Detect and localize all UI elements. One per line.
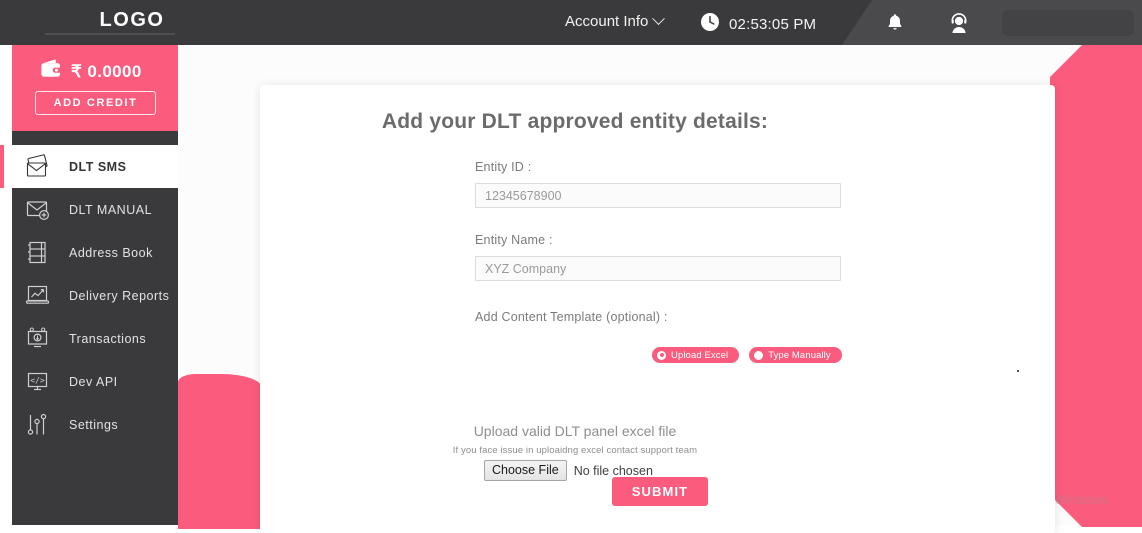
submit-button[interactable]: SUBMIT [612, 477, 708, 506]
wallet-balance: ₹ 0.0000 [71, 61, 142, 81]
sidebar-item-label: Dev API [69, 374, 118, 389]
windows-watermark: Windows [1054, 492, 1109, 507]
decorative-pink-left-shape [178, 374, 262, 529]
decorative-pink-right-shape [1050, 45, 1142, 527]
sidebar-item-transactions[interactable]: Transactions [12, 317, 178, 360]
radio-selected-icon [657, 350, 666, 360]
entity-details-card: Add your DLT approved entity details: En… [260, 85, 1055, 533]
top-header-bar: LOGO Account Info 02:53:05 PM [0, 0, 1142, 45]
radio-option-upload-excel[interactable]: Upload Excel [652, 347, 740, 363]
account-info-label: Account Info [565, 13, 649, 30]
sidebar-item-label: Delivery Reports [69, 288, 170, 303]
radio-unselected-icon [754, 350, 764, 360]
decorative-dot [1017, 370, 1019, 372]
sidebar-item-label: DLT MANUAL [69, 202, 153, 217]
monitor-coin-icon [22, 324, 56, 354]
sidebar-item-settings[interactable]: Settings [12, 403, 178, 446]
wallet-panel: ₹ 0.0000 ADD CREDIT [12, 45, 178, 131]
account-info-menu[interactable]: Account Info [565, 12, 666, 30]
wallet-icon [40, 59, 63, 84]
radio-option-type-manually[interactable]: Type Manually [749, 347, 842, 363]
sidebar-item-label: Settings [69, 417, 119, 432]
sidebar-item-label: Address Book [69, 245, 153, 260]
file-status-text: No file chosen [573, 463, 653, 478]
add-credit-button[interactable]: ADD CREDIT [35, 91, 156, 115]
sliders-icon [22, 410, 56, 440]
entity-id-input[interactable] [475, 183, 841, 208]
logo-underline [45, 33, 175, 35]
sidebar-item-label: Transactions [69, 331, 147, 346]
chart-laptop-icon [22, 281, 56, 311]
page-title: Add your DLT approved entity details: [381, 110, 769, 133]
sidebar-item-dlt-manual[interactable]: DLT MANUAL [12, 188, 178, 231]
sidebar-item-dev-api[interactable]: </> Dev API [12, 360, 178, 403]
sidebar-item-address-book[interactable]: Address Book [12, 231, 178, 274]
upload-hint-secondary: If you face issue in uploaidng excel con… [452, 445, 698, 456]
entity-name-input[interactable] [475, 256, 841, 281]
app-root: Windows LOGO Account Info 02:53:05 PM ₹ … [0, 0, 1142, 533]
sidebar-item-label: DLT SMS [69, 159, 127, 174]
entity-name-label: Entity Name : [475, 233, 553, 247]
app-logo[interactable]: LOGO [67, 9, 197, 32]
svg-text:</>: </> [30, 376, 45, 385]
radio-label: Upload Excel [671, 349, 729, 361]
header-search-box[interactable] [1002, 10, 1134, 36]
content-template-label: Add Content Template (optional) : [475, 310, 668, 324]
envelope-stack-icon [22, 152, 56, 182]
radio-label: Type Manually [768, 349, 831, 361]
upload-hint-primary: Upload valid DLT panel excel file [473, 423, 677, 439]
envelope-plus-icon [22, 195, 56, 225]
clock-display: 02:53:05 PM [700, 12, 816, 37]
code-monitor-icon: </> [22, 367, 56, 397]
address-book-icon [22, 238, 56, 268]
chevron-down-icon [652, 12, 666, 26]
bell-icon[interactable] [884, 12, 906, 39]
support-agent-icon[interactable] [947, 11, 971, 40]
sidebar-nav: DLT SMS DLT MANUAL Address Book Delivery… [0, 145, 178, 446]
choose-file-button[interactable]: Choose File [484, 460, 567, 481]
sidebar-item-dlt-sms[interactable]: DLT SMS [0, 145, 178, 188]
wallet-balance-row: ₹ 0.0000 [40, 59, 142, 84]
entity-id-label: Entity ID : [475, 160, 532, 174]
clock-icon [700, 12, 720, 37]
current-time: 02:53:05 PM [729, 16, 817, 33]
sidebar: ₹ 0.0000 ADD CREDIT DLT SMS DLT MANUAL A… [0, 45, 178, 525]
sidebar-item-delivery-reports[interactable]: Delivery Reports [12, 274, 178, 317]
content-template-options: Upload Excel Type Manually [652, 347, 842, 363]
